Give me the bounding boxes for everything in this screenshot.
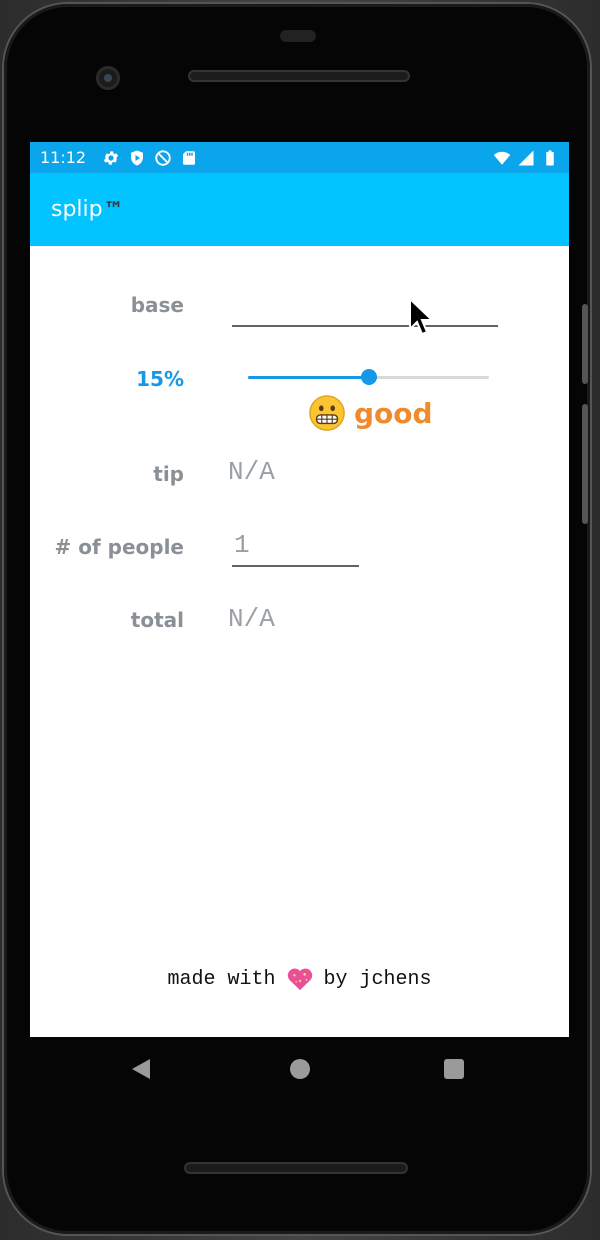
- gear-icon: [103, 151, 119, 165]
- sd-card-icon: [183, 151, 195, 165]
- people-input[interactable]: 1: [232, 528, 359, 568]
- tip-percent-label: 15%: [136, 367, 184, 391]
- base-label: base: [130, 293, 184, 317]
- power-button: [582, 404, 588, 524]
- total-label: total: [130, 608, 184, 632]
- bottom-speaker: [184, 1162, 408, 1174]
- sparkling-heart-icon: [287, 968, 312, 991]
- volume-button: [582, 304, 588, 384]
- app-bar: splip™: [30, 173, 569, 246]
- rating-text: good: [354, 396, 433, 430]
- base-input[interactable]: [232, 288, 498, 328]
- tip-percent-slider[interactable]: [248, 369, 489, 385]
- top-notch: [280, 30, 316, 42]
- footer-suffix: by jchens: [323, 967, 432, 991]
- base-input-underline: [232, 325, 498, 327]
- footer-credit: made with by jchens: [30, 966, 569, 992]
- slider-fill: [248, 376, 369, 379]
- tip-label: tip: [153, 462, 184, 486]
- battery-icon: [546, 150, 554, 166]
- app-title: splip™: [51, 197, 124, 222]
- slider-thumb[interactable]: [360, 369, 377, 385]
- grimacing-face-icon: [309, 395, 345, 431]
- home-icon[interactable]: [290, 1059, 310, 1079]
- status-icons-left: [102, 149, 198, 167]
- app-title-text: splip: [51, 197, 103, 222]
- recents-icon[interactable]: [444, 1059, 464, 1079]
- total-value: N/A: [228, 604, 275, 634]
- system-nav-bar: [30, 1037, 569, 1101]
- tip-value: N/A: [228, 457, 275, 487]
- people-input-value: 1: [234, 530, 250, 560]
- footer-prefix: made with: [167, 967, 276, 991]
- earpiece-speaker: [188, 70, 410, 82]
- wifi-icon: [493, 151, 511, 165]
- front-camera: [96, 66, 120, 90]
- people-label: # of people: [54, 535, 184, 559]
- status-time: 11:12: [40, 148, 87, 167]
- back-icon[interactable]: [132, 1059, 150, 1079]
- shield-play-icon: [131, 150, 143, 166]
- status-bar: 11:12: [30, 142, 569, 173]
- cell-signal-icon: [518, 150, 534, 166]
- status-icons-right: [493, 149, 559, 167]
- mouse-pointer-icon: [409, 297, 435, 336]
- people-input-underline: [232, 565, 359, 567]
- no-sync-icon: [155, 150, 171, 166]
- app-title-trademark: ™: [103, 197, 124, 221]
- tip-rating: good: [308, 394, 433, 432]
- app-screen: 11:12 splip™ base 15% good tip N/A # of …: [30, 142, 569, 1037]
